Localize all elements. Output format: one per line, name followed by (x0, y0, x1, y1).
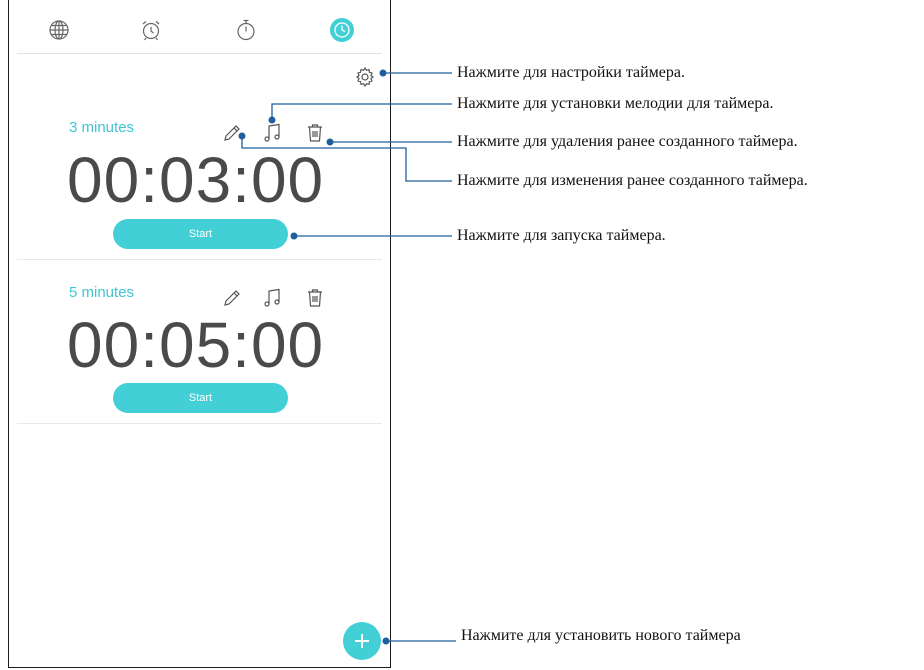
tab-timer[interactable] (326, 14, 358, 46)
add-timer-button[interactable] (343, 622, 381, 660)
globe-icon (49, 20, 69, 40)
delete-timer-button[interactable] (304, 287, 326, 309)
timer-ringtone-button[interactable] (262, 287, 284, 309)
timer-display: 00:05:00 (67, 309, 325, 381)
edit-timer-button[interactable] (221, 287, 243, 309)
tab-world-clock[interactable] (43, 14, 75, 46)
callout-add: Нажмите для установить нового таймера (461, 627, 741, 644)
timer-display: 00:03:00 (67, 144, 325, 216)
timer-divider (17, 423, 382, 424)
stopwatch-icon (237, 19, 255, 41)
timer-icon (330, 18, 354, 42)
timer-divider (17, 259, 382, 260)
callout-start: Нажмите для запуска таймера. (457, 227, 666, 244)
gear-icon (356, 66, 374, 88)
timer-settings-button[interactable] (354, 66, 376, 88)
delete-timer-button[interactable] (304, 122, 326, 144)
trash-icon (308, 124, 322, 142)
callout-settings: Нажмите для настройки таймера. (457, 64, 686, 81)
start-button[interactable]: Start (113, 383, 288, 413)
timer-name: 5 minutes (69, 284, 135, 301)
start-button[interactable]: Start (113, 219, 288, 249)
timer-ringtone-button[interactable] (262, 122, 284, 144)
tab-stopwatch[interactable] (230, 14, 262, 46)
music-note-icon (264, 123, 280, 142)
trash-icon (308, 289, 322, 307)
phone-screen: 3 minutes 00:03:00 Start 5 minutes 00:05… (8, 0, 391, 668)
alarm-clock-icon (142, 21, 160, 41)
pencil-icon (224, 125, 240, 141)
callout-ringtone: Нажмите для установки мелодии для таймер… (457, 95, 774, 112)
callout-delete: Нажмите для удаления ранее созданного та… (457, 133, 798, 150)
pencil-icon (224, 290, 240, 306)
callout-edit: Нажмите для изменения ранее созданного т… (457, 172, 808, 189)
tab-alarm[interactable] (135, 14, 167, 46)
edit-timer-button[interactable] (221, 122, 243, 144)
tab-bar-divider (17, 53, 382, 54)
music-note-icon (264, 288, 280, 307)
tab-bar (9, 0, 390, 54)
timer-name: 3 minutes (69, 119, 135, 136)
plus-icon (355, 634, 369, 648)
